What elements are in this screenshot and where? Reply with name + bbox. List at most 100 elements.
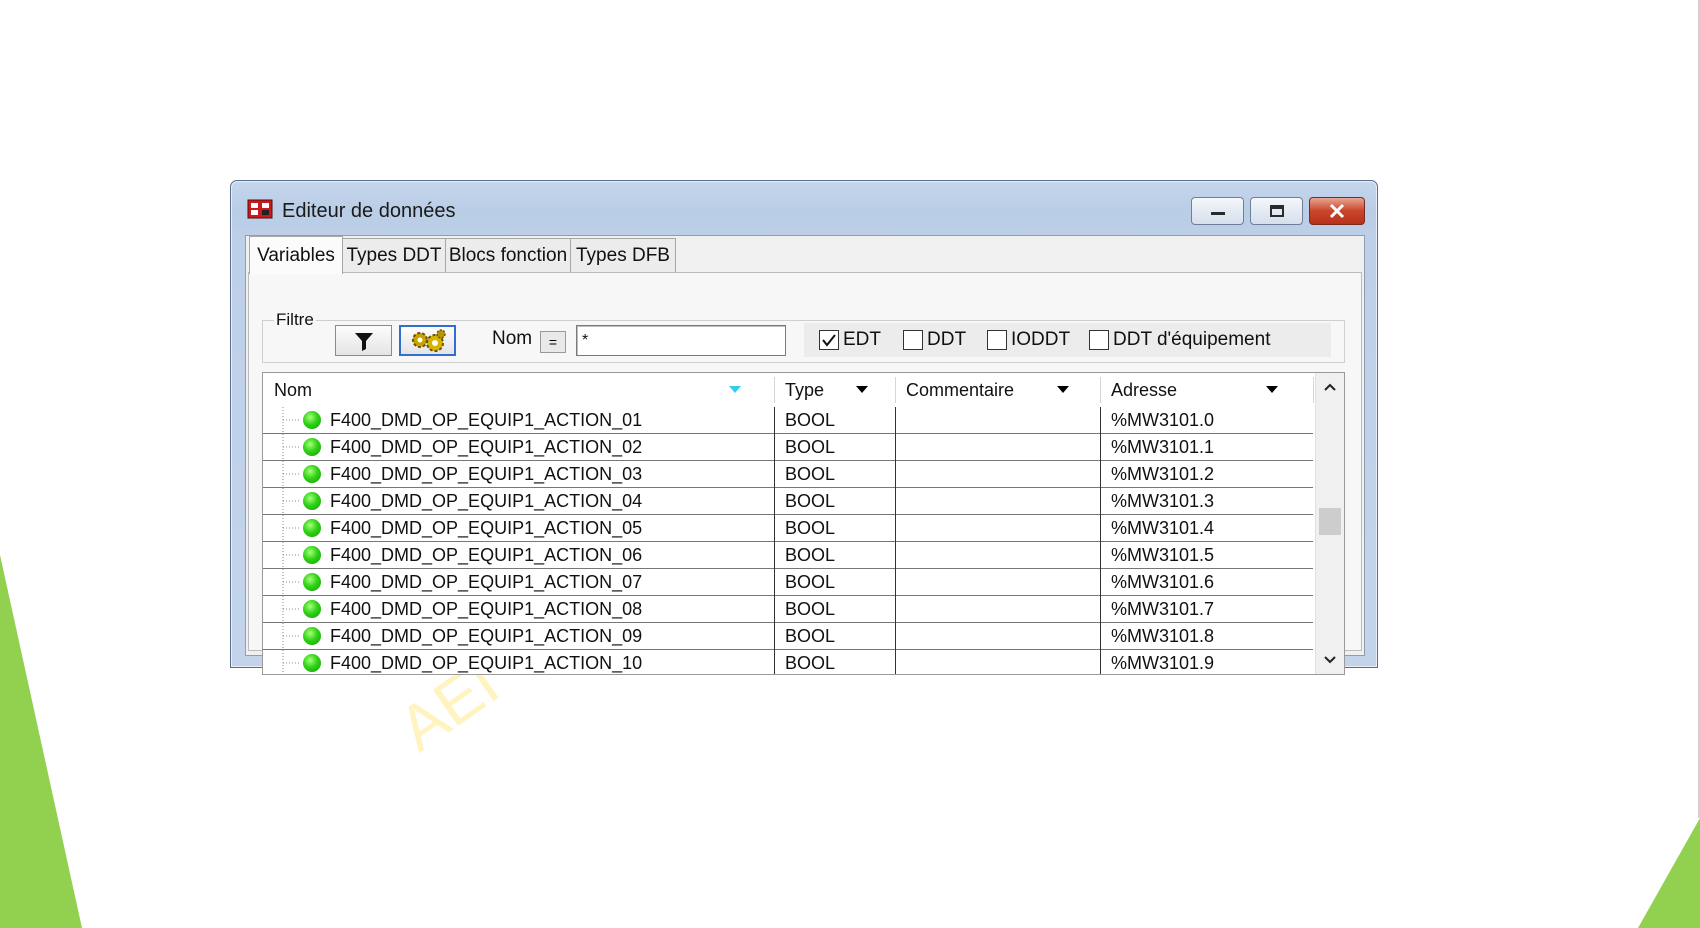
minimize-icon	[1210, 212, 1225, 215]
status-led-icon	[303, 654, 321, 672]
commentaire-dropdown-arrow-icon[interactable]	[1057, 386, 1069, 393]
cell-address[interactable]: %MW3101.4	[1111, 515, 1214, 541]
equals-operator-button[interactable]: =	[540, 331, 566, 353]
status-led-icon	[303, 438, 321, 456]
sort-indicator-icon	[729, 386, 741, 393]
checkbox-ioddt-box[interactable]	[987, 330, 1007, 350]
tree-connector	[282, 623, 301, 649]
status-led-icon	[303, 573, 321, 591]
window-title: Editeur de données	[282, 200, 456, 222]
column-header-adresse[interactable]: Adresse	[1100, 373, 1313, 407]
checkbox-ioddt[interactable]: IODDT	[987, 329, 1070, 351]
cell-address[interactable]: %MW3101.3	[1111, 488, 1214, 514]
table-row[interactable]: F400_DMD_OP_EQUIP1_ACTION_07 BOOL %MW3101.…	[263, 569, 1313, 596]
cell-address[interactable]: %MW3101.8	[1111, 623, 1214, 649]
tree-connector	[282, 434, 301, 460]
cell-address[interactable]: %MW3101.9	[1111, 650, 1214, 674]
checkbox-edt-box[interactable]	[819, 330, 839, 350]
checkbox-ddt[interactable]: DDT	[903, 329, 966, 351]
chevron-down-icon	[1324, 656, 1336, 664]
checkbox-ddt-box[interactable]	[903, 330, 923, 350]
cell-name[interactable]: F400_DMD_OP_EQUIP1_ACTION_04	[330, 488, 642, 514]
cell-name[interactable]: F400_DMD_OP_EQUIP1_ACTION_10	[330, 650, 642, 674]
cell-name[interactable]: F400_DMD_OP_EQUIP1_ACTION_07	[330, 569, 642, 595]
checkbox-ddt-equipement-box[interactable]	[1089, 330, 1109, 350]
cell-type[interactable]: BOOL	[785, 650, 835, 674]
table-row[interactable]: F400_DMD_OP_EQUIP1_ACTION_03 BOOL %MW3101.…	[263, 461, 1313, 488]
name-filter-input[interactable]	[576, 325, 786, 356]
column-header-commentaire-label: Commentaire	[906, 379, 1015, 400]
cell-name[interactable]: F400_DMD_OP_EQUIP1_ACTION_03	[330, 461, 642, 487]
tab-types-ddt[interactable]: Types DDT	[342, 238, 446, 272]
table-row[interactable]: F400_DMD_OP_EQUIP1_ACTION_08 BOOL %MW3101.…	[263, 596, 1313, 623]
close-button[interactable]	[1309, 197, 1365, 225]
table-row[interactable]: F400_DMD_OP_EQUIP1_ACTION_05 BOOL %MW3101.…	[263, 515, 1313, 542]
column-header-adresse-label: Adresse	[1111, 379, 1178, 400]
gears-icon	[411, 328, 446, 352]
tab-variables[interactable]: Variables	[249, 236, 343, 274]
cell-type[interactable]: BOOL	[785, 569, 835, 595]
cell-type[interactable]: BOOL	[785, 515, 835, 541]
tree-connector	[282, 596, 301, 622]
cell-name[interactable]: F400_DMD_OP_EQUIP1_ACTION_02	[330, 434, 642, 460]
cell-name[interactable]: F400_DMD_OP_EQUIP1_ACTION_05	[330, 515, 642, 541]
cell-type[interactable]: BOOL	[785, 623, 835, 649]
checkbox-ddt-equipement[interactable]: DDT d'équipement	[1089, 329, 1270, 351]
cell-address[interactable]: %MW3101.5	[1111, 542, 1214, 568]
scroll-down-button[interactable]	[1316, 646, 1344, 674]
tree-connector	[282, 542, 301, 568]
status-led-icon	[303, 519, 321, 537]
column-header-nom[interactable]: Nom	[263, 373, 774, 407]
cell-address[interactable]: %MW3101.2	[1111, 461, 1214, 487]
cell-name[interactable]: F400_DMD_OP_EQUIP1_ACTION_09	[330, 623, 642, 649]
type-dropdown-arrow-icon[interactable]	[856, 386, 868, 393]
cell-address[interactable]: %MW3101.7	[1111, 596, 1214, 622]
scroll-up-button[interactable]	[1316, 373, 1344, 401]
tab-types-dfb[interactable]: Types DFB	[570, 238, 676, 272]
scrollbar-thumb[interactable]	[1319, 508, 1341, 535]
cell-type[interactable]: BOOL	[785, 461, 835, 487]
title-bar[interactable]: Editeur de données	[231, 181, 1377, 233]
cell-type[interactable]: BOOL	[785, 434, 835, 460]
checkbox-ioddt-label: IODDT	[1011, 329, 1071, 350]
data-editor-app-icon	[247, 199, 273, 219]
cell-address[interactable]: %MW3101.1	[1111, 434, 1214, 460]
status-led-icon	[303, 546, 321, 564]
cell-name[interactable]: F400_DMD_OP_EQUIP1_ACTION_01	[330, 407, 642, 433]
checkbox-edt[interactable]: EDT	[819, 329, 881, 351]
checkmark-icon	[822, 334, 836, 347]
table-row[interactable]: F400_DMD_OP_EQUIP1_ACTION_09 BOOL %MW3101.…	[263, 623, 1313, 650]
cell-type[interactable]: BOOL	[785, 596, 835, 622]
apply-filter-button[interactable]	[335, 325, 392, 356]
cell-type[interactable]: BOOL	[785, 407, 835, 433]
cell-address[interactable]: %MW3101.6	[1111, 569, 1214, 595]
maximize-icon	[1269, 205, 1284, 217]
chevron-up-icon	[1324, 383, 1336, 391]
tab-blocs-fonction[interactable]: Blocs fonction	[445, 238, 571, 272]
tree-connector	[282, 650, 301, 674]
checkbox-edt-label: EDT	[843, 329, 881, 350]
table-row[interactable]: F400_DMD_OP_EQUIP1_ACTION_06 BOOL %MW3101.…	[263, 542, 1313, 569]
status-led-icon	[303, 627, 321, 645]
cell-address[interactable]: %MW3101.0	[1111, 407, 1214, 433]
status-led-icon	[303, 492, 321, 510]
column-header-commentaire[interactable]: Commentaire	[895, 373, 1100, 407]
funnel-icon	[354, 332, 373, 351]
status-led-icon	[303, 465, 321, 483]
minimize-button[interactable]	[1191, 197, 1244, 225]
column-header-type-label: Type	[785, 379, 825, 400]
table-row[interactable]: F400_DMD_OP_EQUIP1_ACTION_10 BOOL %MW3101.…	[263, 650, 1313, 674]
cell-name[interactable]: F400_DMD_OP_EQUIP1_ACTION_06	[330, 542, 642, 568]
cell-type[interactable]: BOOL	[785, 488, 835, 514]
variables-table: Nom Type Commentaire Adresse F400_DMD_OP…	[262, 372, 1345, 675]
table-row[interactable]: F400_DMD_OP_EQUIP1_ACTION_04 BOOL %MW3101.…	[263, 488, 1313, 515]
cell-name[interactable]: F400_DMD_OP_EQUIP1_ACTION_08	[330, 596, 642, 622]
filter-options-button[interactable]	[399, 325, 456, 356]
maximize-button[interactable]	[1250, 197, 1303, 225]
adresse-dropdown-arrow-icon[interactable]	[1266, 386, 1278, 393]
cell-type[interactable]: BOOL	[785, 542, 835, 568]
table-row[interactable]: F400_DMD_OP_EQUIP1_ACTION_01 BOOL %MW3101.…	[263, 407, 1313, 434]
column-header-type[interactable]: Type	[774, 373, 895, 407]
vertical-scrollbar[interactable]	[1315, 373, 1344, 674]
table-row[interactable]: F400_DMD_OP_EQUIP1_ACTION_02 BOOL %MW3101.…	[263, 434, 1313, 461]
